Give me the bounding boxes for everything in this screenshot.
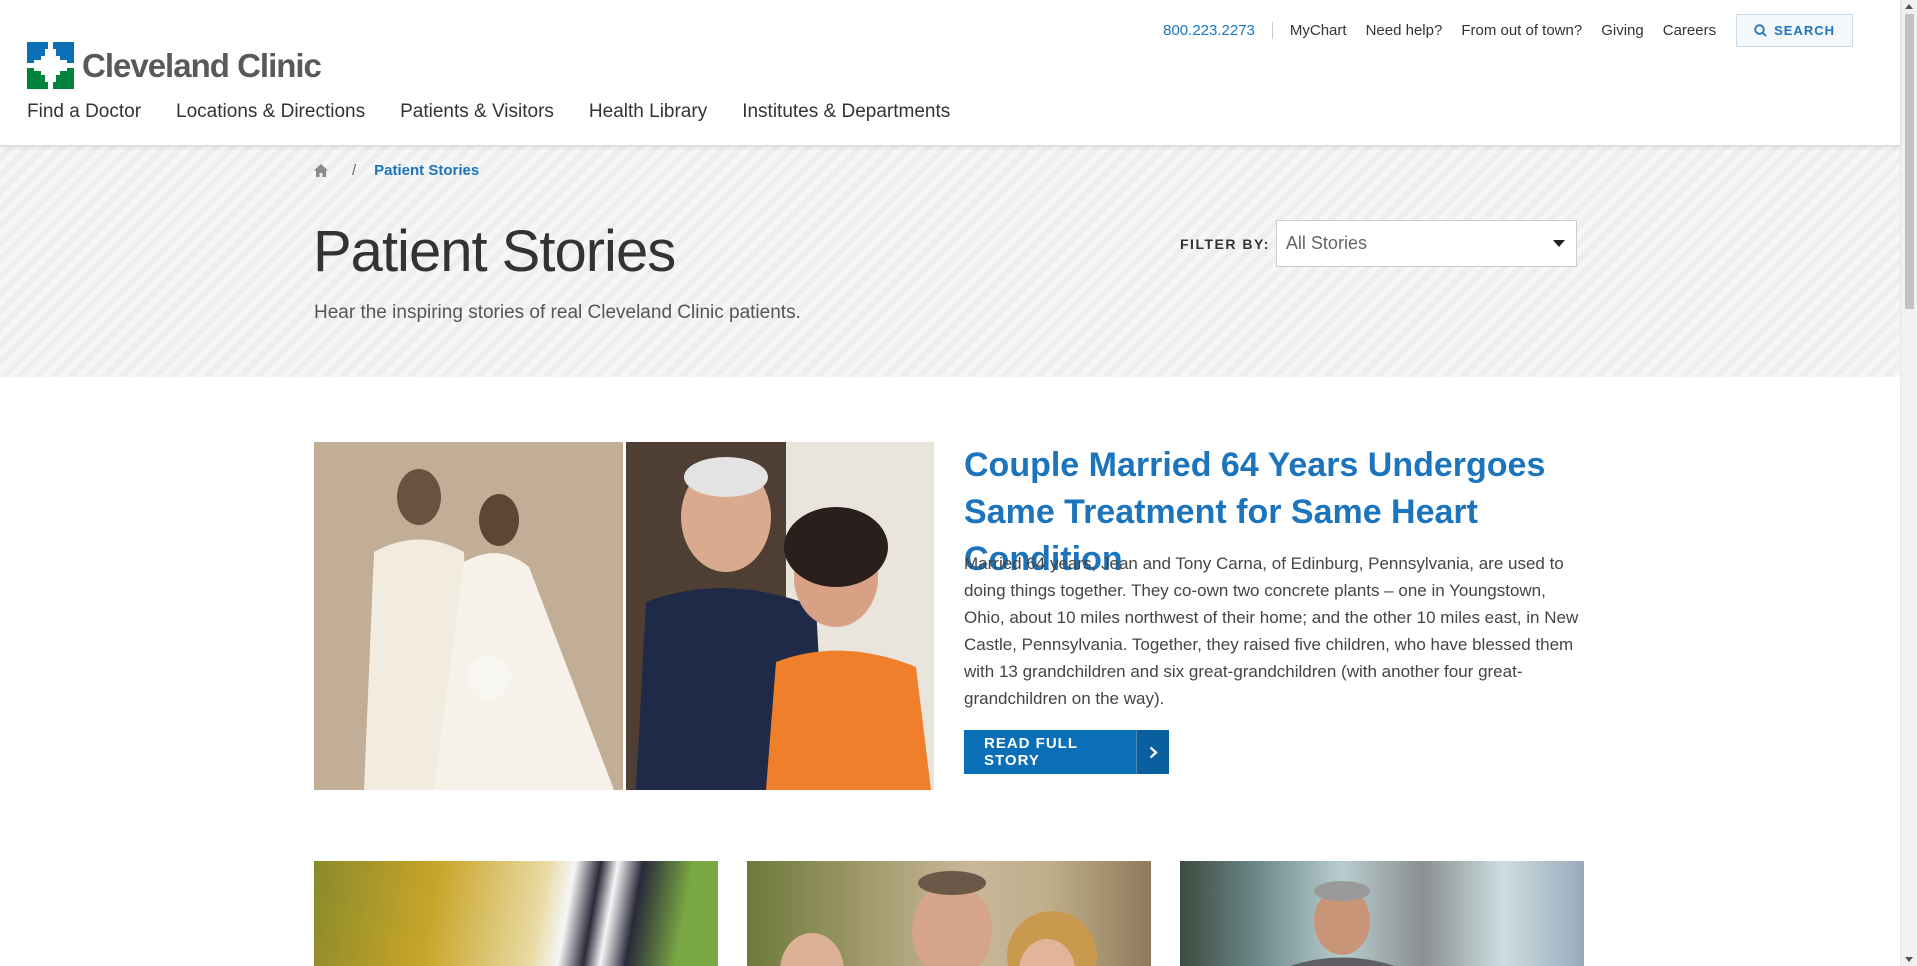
couple-photo-illustration — [626, 442, 934, 790]
nav-health-library[interactable]: Health Library — [589, 101, 707, 123]
wedding-photo-illustration — [314, 442, 623, 790]
featured-story-body: Married 64 years, Jean and Tony Carna, o… — [964, 554, 1579, 708]
nav-locations-directions[interactable]: Locations & Directions — [176, 101, 365, 123]
story-card-image[interactable] — [747, 861, 1151, 966]
nav-find-a-doctor[interactable]: Find a Doctor — [27, 101, 141, 123]
wedding-photo — [314, 442, 623, 790]
featured-story: Couple Married 64 Years Undergoes Same T… — [314, 442, 1584, 790]
breadcrumb-current: Patient Stories — [374, 162, 480, 179]
featured-story-image[interactable] — [314, 442, 934, 790]
read-full-story-label: READ FULL STORY — [984, 735, 1078, 769]
out-of-town-link[interactable]: From out of town? — [1461, 22, 1582, 39]
main-nav: Find a Doctor Locations & Directions Pat… — [27, 101, 985, 123]
logo-text: Cleveland Clinic — [82, 46, 322, 84]
breadcrumb: / Patient Stories — [314, 162, 479, 179]
dropdown-caret-icon — [1552, 240, 1565, 247]
page-title: Patient Stories — [313, 219, 676, 284]
chevron-right-icon — [1136, 730, 1169, 774]
hero-banner: / Patient Stories Patient Stories Hear t… — [0, 146, 1900, 377]
breadcrumb-separator: / — [352, 162, 357, 179]
page-subtitle: Hear the inspiring stories of real Cleve… — [314, 302, 801, 323]
search-icon — [1754, 24, 1767, 37]
phone-link[interactable]: 800.223.2273 — [1163, 22, 1273, 39]
nav-institutes-departments[interactable]: Institutes & Departments — [742, 101, 950, 123]
page-scrollbar[interactable] — [1900, 0, 1917, 966]
giving-link[interactable]: Giving — [1601, 22, 1644, 39]
search-button-label: SEARCH — [1774, 23, 1835, 38]
filter-label: FILTER BY: — [1180, 235, 1270, 252]
site-header: Cleveland Clinic 800.223.2273 MyChart Ne… — [0, 0, 1900, 146]
search-button[interactable]: SEARCH — [1736, 14, 1853, 47]
family-photo-illustration — [780, 871, 1097, 966]
scroll-up-arrow-icon[interactable] — [1905, 4, 1913, 9]
scrollbar-thumb[interactable] — [1905, 14, 1914, 309]
filter-selected-value: All Stories — [1285, 233, 1367, 253]
story-filter: FILTER BY: All Stories — [1180, 220, 1577, 267]
mychart-link[interactable]: MyChart — [1290, 22, 1347, 39]
cleveland-clinic-logo[interactable]: Cleveland Clinic — [27, 42, 322, 89]
scroll-down-arrow-icon[interactable] — [1905, 957, 1913, 962]
story-card-image[interactable] — [1180, 861, 1584, 966]
patient-photo-illustration — [1290, 881, 1395, 966]
couple-photo — [626, 442, 934, 790]
home-icon[interactable] — [314, 164, 328, 177]
cleveland-clinic-logo-mark — [27, 42, 74, 89]
utility-nav: 800.223.2273 MyChart Need help? From out… — [1163, 14, 1853, 47]
story-card-image[interactable] — [314, 861, 718, 966]
read-full-story-button[interactable]: READ FULL STORY — [964, 730, 1169, 774]
careers-link[interactable]: Careers — [1663, 22, 1716, 39]
nav-patients-visitors[interactable]: Patients & Visitors — [400, 101, 554, 123]
need-help-link[interactable]: Need help? — [1366, 22, 1443, 39]
filter-select[interactable]: All Stories — [1275, 220, 1577, 267]
